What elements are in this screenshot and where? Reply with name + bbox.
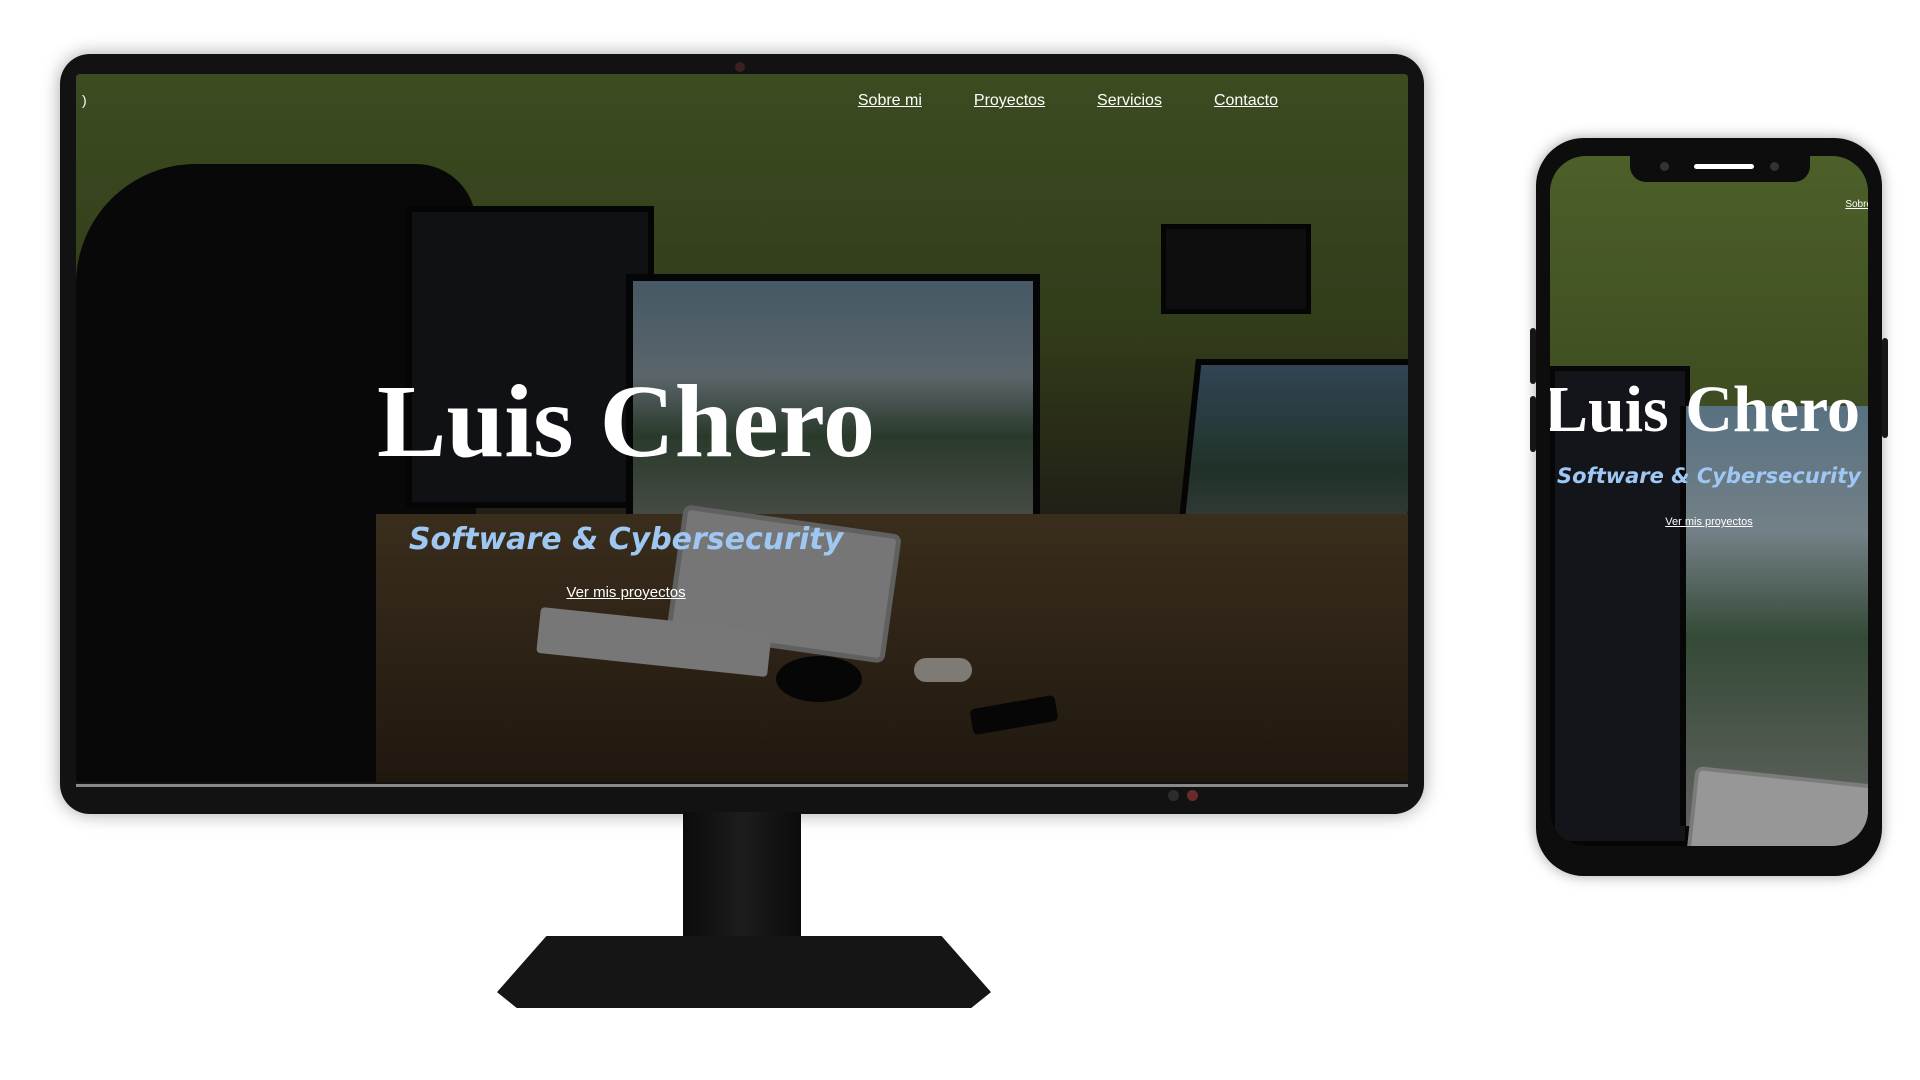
mobile-hero-dark-overlay bbox=[1550, 156, 1868, 846]
phone-side-button bbox=[1530, 396, 1536, 452]
desktop-monitor-mockup: ) Sobre mi Proyectos Servicios Contacto … bbox=[60, 54, 1424, 814]
phone-sensor-icon bbox=[1770, 162, 1779, 171]
phone-mockup: Sobre Luis Chero Software & Cybersecurit… bbox=[1530, 138, 1888, 876]
hero-subtitle: Software & Cybersecurity bbox=[408, 522, 844, 557]
mobile-hero-cta-wrapper: Ver mis proyectos bbox=[1550, 510, 1868, 529]
hero-title: Luis Chero bbox=[377, 364, 875, 479]
mobile-nav: Sobre bbox=[1845, 192, 1868, 211]
phone-screen: Sobre Luis Chero Software & Cybersecurit… bbox=[1550, 156, 1868, 846]
mobile-hero-subtitle: Software & Cybersecurity bbox=[1557, 464, 1861, 488]
menu-toggle-icon[interactable]: ) bbox=[82, 92, 87, 108]
nav-link-servicios[interactable]: Servicios bbox=[1097, 92, 1162, 110]
nav-link-sobre-mi[interactable]: Sobre mi bbox=[858, 92, 922, 110]
monitor-stand-base bbox=[497, 936, 991, 1008]
phone-notch bbox=[1630, 156, 1810, 182]
view-projects-link[interactable]: Ver mis proyectos bbox=[566, 584, 685, 601]
main-nav: Sobre mi Proyectos Servicios Contacto bbox=[858, 92, 1278, 110]
hero-cta-wrapper: Ver mis proyectos bbox=[76, 582, 1176, 601]
nav-link-contacto[interactable]: Contacto bbox=[1214, 92, 1278, 110]
screen-bottom-edge bbox=[76, 784, 1408, 787]
mobile-hero-title: Luis Chero bbox=[1550, 373, 1860, 446]
status-led-icon bbox=[1187, 790, 1198, 801]
power-led-icon bbox=[1168, 790, 1179, 801]
nav-link-proyectos[interactable]: Proyectos bbox=[974, 92, 1045, 110]
monitor-indicator-leds bbox=[1168, 790, 1198, 801]
monitor-camera bbox=[735, 62, 745, 72]
phone-front-camera-icon bbox=[1660, 162, 1669, 171]
phone-speaker-bar bbox=[1694, 164, 1754, 169]
phone-power-button bbox=[1882, 338, 1888, 438]
mobile-view-projects-link[interactable]: Ver mis proyectos bbox=[1665, 516, 1752, 528]
mobile-nav-link-sobre-mi[interactable]: Sobre bbox=[1845, 199, 1868, 210]
phone-volume-button bbox=[1530, 328, 1536, 384]
desktop-screen: ) Sobre mi Proyectos Servicios Contacto … bbox=[76, 74, 1408, 782]
